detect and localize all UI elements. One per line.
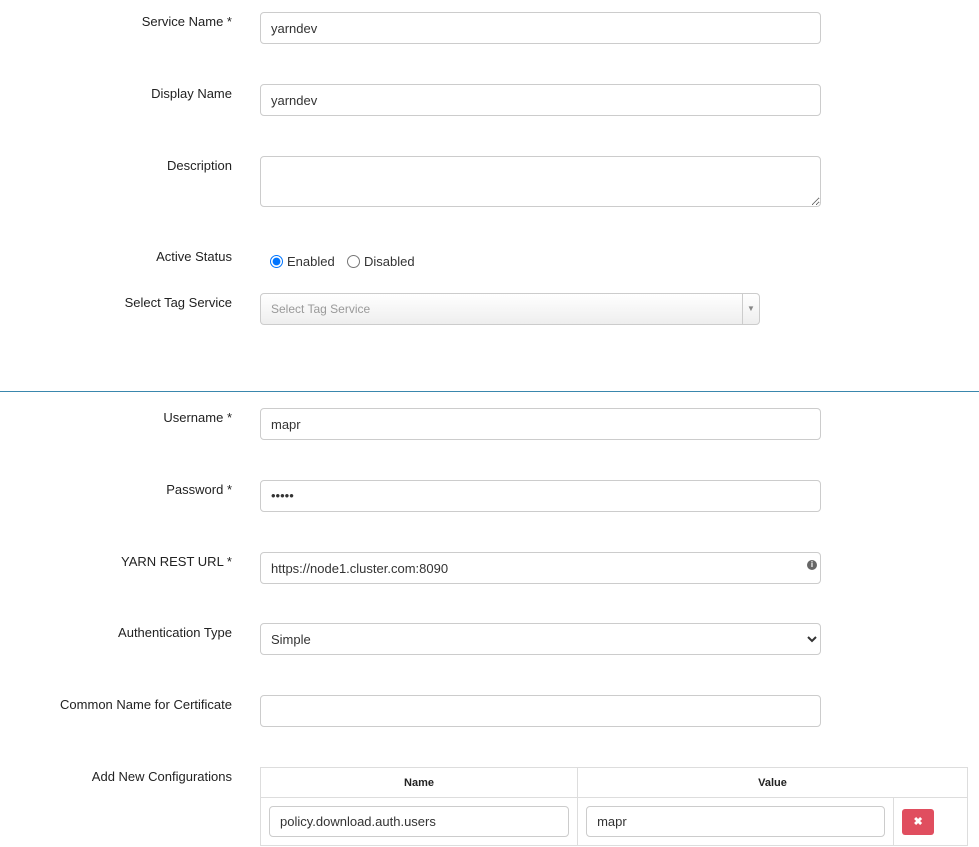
tag-service-select[interactable]: Select Tag Service ▼ <box>260 293 760 325</box>
yarn-rest-url-input[interactable] <box>260 552 821 584</box>
yarn-rest-url-label: YARN REST URL * <box>120 554 232 569</box>
table-row: ✖ <box>259 797 968 846</box>
radio-enabled-label: Enabled <box>287 254 335 269</box>
auth-type-label: Authentication Type <box>118 625 232 640</box>
new-configs-label: Add New Configurations <box>91 769 232 784</box>
radio-enabled[interactable]: Enabled <box>270 254 335 269</box>
description-label: Description <box>166 158 232 173</box>
config-name-input[interactable] <box>269 806 570 837</box>
radio-disabled-label: Disabled <box>364 254 415 269</box>
close-icon: ✖ <box>913 816 923 828</box>
radio-enabled-input[interactable] <box>270 255 283 268</box>
password-label: Password * <box>166 482 232 497</box>
column-header-name: Name <box>259 767 579 798</box>
service-name-label: Service Name * <box>141 14 232 29</box>
caret-down-icon[interactable]: ▼ <box>742 294 759 324</box>
radio-disabled-input[interactable] <box>347 255 360 268</box>
username-input[interactable] <box>260 408 821 440</box>
common-name-input[interactable] <box>260 695 821 727</box>
section-divider <box>0 391 979 392</box>
display-name-input[interactable] <box>260 84 821 116</box>
active-status-label: Active Status <box>156 249 232 264</box>
display-name-label: Display Name <box>151 86 232 101</box>
config-value-input[interactable] <box>586 806 886 837</box>
column-header-value: Value <box>577 767 968 798</box>
tag-service-label: Select Tag Service <box>124 295 232 310</box>
auth-type-select[interactable]: Simple <box>260 623 821 655</box>
info-icon[interactable]: i <box>807 560 817 570</box>
common-name-label: Common Name for Certificate <box>60 697 232 712</box>
delete-row-button[interactable]: ✖ <box>902 808 935 835</box>
new-configs-table: NameValue ✖ <box>259 767 968 846</box>
username-label: Username * <box>163 410 232 425</box>
service-name-input[interactable] <box>260 12 821 44</box>
radio-disabled[interactable]: Disabled <box>347 254 415 269</box>
description-textarea[interactable] <box>260 156 821 207</box>
password-input[interactable]: ••••• <box>260 480 821 512</box>
tag-service-placeholder: Select Tag Service <box>271 302 371 316</box>
